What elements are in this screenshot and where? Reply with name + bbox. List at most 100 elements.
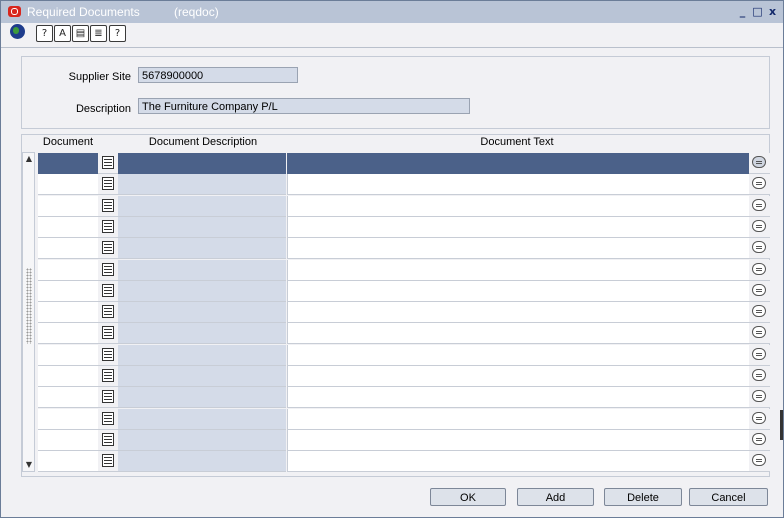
- document-cell[interactable]: [38, 302, 98, 324]
- text-editor-button[interactable]: [749, 280, 770, 302]
- document-text-cell[interactable]: [287, 280, 750, 302]
- document-cell[interactable]: [38, 259, 98, 281]
- document-description-cell[interactable]: [118, 366, 286, 387]
- text-editor-button[interactable]: [749, 238, 770, 260]
- document-description-cell[interactable]: [118, 174, 286, 196]
- document-lov-button[interactable]: [98, 323, 118, 345]
- document-text-cell[interactable]: [287, 323, 750, 345]
- question-icon[interactable]: ?: [109, 25, 126, 42]
- table-row[interactable]: [38, 153, 770, 174]
- document-cell[interactable]: [38, 344, 98, 366]
- document-cell[interactable]: [38, 174, 98, 196]
- document-cell[interactable]: [38, 216, 98, 238]
- text-editor-button[interactable]: [749, 195, 770, 217]
- document-description-cell[interactable]: [118, 408, 286, 430]
- document-description-cell[interactable]: [118, 216, 286, 238]
- document-cell[interactable]: [38, 451, 98, 473]
- table-row[interactable]: [38, 366, 770, 387]
- text-editor-button[interactable]: [749, 323, 770, 345]
- document-lov-button[interactable]: [98, 259, 118, 281]
- document-text-cell[interactable]: [287, 344, 750, 366]
- document-lov-button[interactable]: [98, 238, 118, 260]
- document-lov-button[interactable]: [98, 344, 118, 366]
- document-text-cell[interactable]: [287, 451, 750, 473]
- document-text-cell[interactable]: [287, 216, 750, 238]
- document-description-cell[interactable]: [118, 323, 286, 345]
- document-cell[interactable]: [38, 387, 98, 409]
- table-row[interactable]: [38, 344, 770, 366]
- document-text-cell[interactable]: [287, 195, 750, 217]
- document-lov-button[interactable]: [98, 302, 118, 324]
- document-cell[interactable]: [38, 429, 98, 451]
- document-text-cell[interactable]: [287, 408, 750, 430]
- document-cell[interactable]: [38, 195, 98, 217]
- document-description-cell[interactable]: [118, 344, 286, 366]
- document-text-cell[interactable]: [287, 238, 750, 260]
- document-text-cell[interactable]: [287, 259, 750, 281]
- scrollbar-grip[interactable]: [26, 268, 32, 344]
- text-editor-button[interactable]: [749, 451, 770, 473]
- document-text-cell[interactable]: [287, 302, 750, 324]
- description-field[interactable]: The Furniture Company P/L: [138, 98, 470, 114]
- document-description-cell[interactable]: [118, 153, 286, 174]
- table-row[interactable]: [38, 408, 770, 430]
- document-lov-button[interactable]: [98, 408, 118, 430]
- document-text-cell[interactable]: [287, 429, 750, 451]
- find-icon[interactable]: A: [54, 25, 71, 42]
- table-row[interactable]: [38, 195, 770, 217]
- document-lov-button[interactable]: [98, 280, 118, 302]
- document-description-cell[interactable]: [118, 280, 286, 302]
- text-editor-button[interactable]: [749, 153, 770, 174]
- text-editor-button[interactable]: [749, 387, 770, 409]
- document-lov-button[interactable]: [98, 153, 118, 174]
- table-row[interactable]: [38, 259, 770, 281]
- document-text-cell[interactable]: [287, 174, 750, 196]
- text-editor-button[interactable]: [749, 302, 770, 324]
- document-description-cell[interactable]: [118, 195, 286, 217]
- text-editor-button[interactable]: [749, 429, 770, 451]
- minimize-button[interactable]: _: [737, 6, 748, 17]
- document-lov-button[interactable]: [98, 429, 118, 451]
- text-editor-button[interactable]: [749, 366, 770, 387]
- text-editor-button[interactable]: [749, 174, 770, 196]
- document-lov-button[interactable]: [98, 387, 118, 409]
- document-description-cell[interactable]: [118, 302, 286, 324]
- document-cell[interactable]: [38, 366, 98, 387]
- supplier-site-field[interactable]: 5678900000: [138, 67, 298, 83]
- document-description-cell[interactable]: [118, 238, 286, 260]
- text-editor-button[interactable]: [749, 216, 770, 238]
- document-cell[interactable]: [38, 280, 98, 302]
- clipboard-icon[interactable]: ▤: [72, 25, 89, 42]
- scroll-up-icon[interactable]: ▲: [24, 154, 34, 164]
- document-icon[interactable]: ≣: [90, 25, 107, 42]
- maximize-button[interactable]: □: [752, 6, 763, 17]
- document-lov-button[interactable]: [98, 216, 118, 238]
- ok-button[interactable]: OK: [430, 488, 506, 506]
- table-row[interactable]: [38, 323, 770, 345]
- close-button[interactable]: x: [767, 6, 778, 17]
- document-lov-button[interactable]: [98, 195, 118, 217]
- table-row[interactable]: [38, 280, 770, 302]
- cancel-button[interactable]: Cancel: [689, 488, 768, 506]
- globe-icon[interactable]: [10, 24, 25, 39]
- document-cell[interactable]: [38, 238, 98, 260]
- grid-vertical-scrollbar[interactable]: ▲ ▼: [22, 152, 35, 472]
- table-row[interactable]: [38, 387, 770, 409]
- table-row[interactable]: [38, 216, 770, 238]
- document-text-cell[interactable]: [287, 153, 750, 174]
- scroll-down-icon[interactable]: ▼: [24, 460, 34, 470]
- table-row[interactable]: [38, 429, 770, 451]
- add-button[interactable]: Add: [517, 488, 594, 506]
- text-editor-button[interactable]: [749, 344, 770, 366]
- delete-button[interactable]: Delete: [604, 488, 682, 506]
- document-description-cell[interactable]: [118, 259, 286, 281]
- table-row[interactable]: [38, 451, 770, 473]
- document-lov-button[interactable]: [98, 174, 118, 196]
- document-cell[interactable]: [38, 153, 98, 174]
- table-row[interactable]: [38, 302, 770, 324]
- table-row[interactable]: [38, 238, 770, 260]
- document-text-cell[interactable]: [287, 366, 750, 387]
- document-lov-button[interactable]: [98, 366, 118, 387]
- document-text-cell[interactable]: [287, 387, 750, 409]
- help-icon[interactable]: ?: [36, 25, 53, 42]
